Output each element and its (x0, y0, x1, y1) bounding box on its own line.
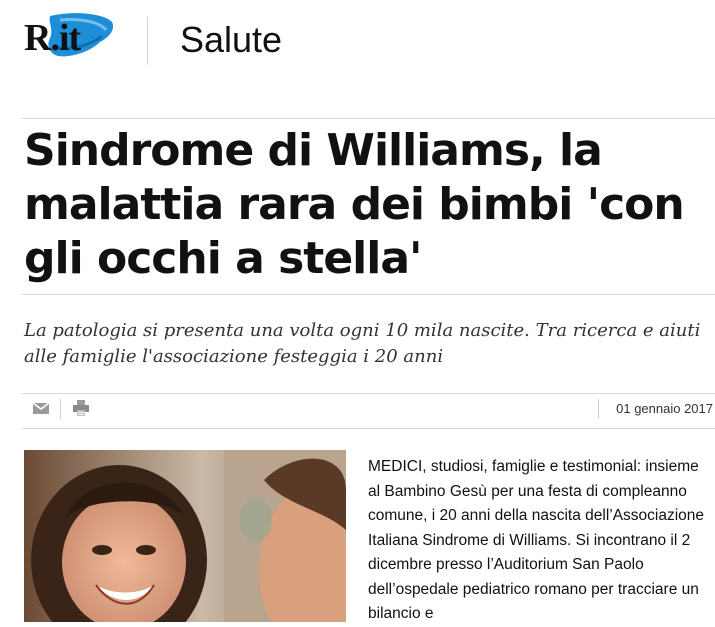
date-divider (598, 399, 599, 419)
repubblica-logo[interactable]: R.it (20, 8, 120, 68)
article-date: 01 gennaio 2017 (616, 401, 713, 416)
print-icon[interactable] (72, 399, 90, 417)
divider (22, 294, 715, 295)
divider (22, 393, 715, 394)
article-headline: Sindrome di Williams, la malattia rara d… (24, 125, 685, 284)
divider (22, 118, 715, 119)
mail-icon[interactable] (32, 399, 50, 417)
header-divider (147, 17, 148, 65)
site-header: R.it Salute (0, 0, 715, 90)
article-subtitle: La patologia si presenta una volta ogni … (24, 320, 701, 367)
article-toolbar: 01 gennaio 2017 (22, 395, 715, 425)
tool-divider (60, 399, 61, 419)
logo-text: R.it (24, 17, 81, 59)
article-body: MEDICI, studiosi, famiglie e testimonial… (368, 458, 705, 622)
divider (22, 428, 715, 429)
section-title[interactable]: Salute (180, 18, 282, 62)
article-photo[interactable] (24, 450, 346, 622)
